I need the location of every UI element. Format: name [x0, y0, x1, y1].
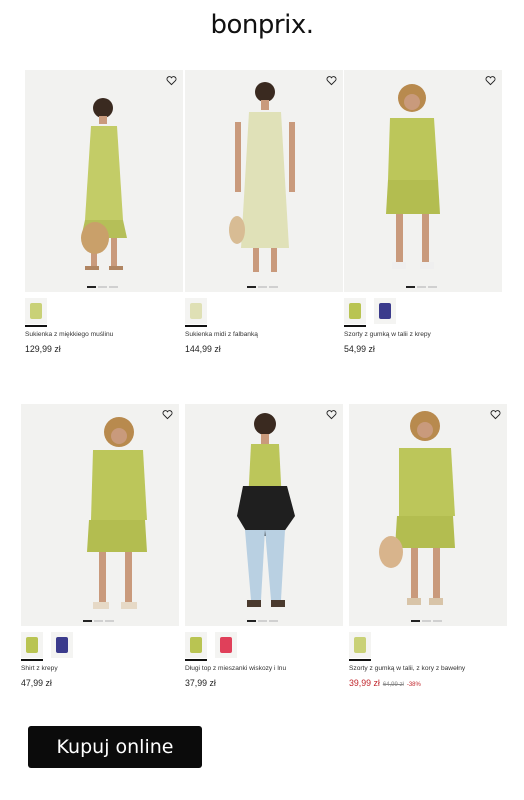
product-image[interactable]: [185, 70, 343, 292]
product-card[interactable]: Szorty z gumką w talii, z kory z bawełny…: [349, 404, 507, 688]
model-photo: [379, 411, 455, 605]
product-price: 54,99 zł: [344, 344, 375, 354]
swatch-garment: [190, 303, 202, 319]
brand-logo[interactable]: bonprix.: [0, 10, 524, 40]
model-photo: [229, 82, 295, 272]
product-price: 39,99 zł 64,99 zł -38%: [349, 678, 507, 688]
color-swatches: [21, 632, 179, 661]
old-price: 64,99 zł: [382, 682, 404, 688]
product-name[interactable]: Sukienka midi z falbanką: [185, 331, 343, 338]
product-name[interactable]: Szorty z gumką w talii, z kory z bawełny: [349, 665, 507, 672]
discount-badge: -38%: [406, 682, 421, 688]
image-pagination[interactable]: [87, 286, 118, 288]
color-swatch[interactable]: [215, 632, 237, 658]
color-swatch[interactable]: [25, 298, 47, 327]
product-name[interactable]: Długi top z mieszanki wiskozy i lnu: [185, 665, 343, 672]
heart-icon[interactable]: [162, 409, 173, 420]
product-card[interactable]: Długi top z mieszanki wiskozy i lnu 37,9…: [185, 404, 343, 688]
product-image[interactable]: [344, 70, 502, 292]
product-price: 47,99 zł: [21, 678, 52, 688]
product-image[interactable]: [349, 404, 507, 626]
heart-icon[interactable]: [485, 75, 496, 86]
image-pagination[interactable]: [83, 620, 114, 622]
model-photo: [87, 417, 147, 609]
color-swatch[interactable]: [344, 298, 366, 327]
color-swatches: [185, 632, 343, 661]
product-card[interactable]: Shirt z krepy 47,99 zł: [21, 404, 179, 688]
product-card[interactable]: Sukienka midi z falbanką 144,99 zł: [185, 70, 343, 354]
color-swatches: [344, 298, 502, 327]
color-swatch[interactable]: [374, 298, 396, 324]
color-swatch[interactable]: [185, 632, 207, 661]
image-pagination[interactable]: [406, 286, 437, 288]
swatch-garment: [349, 303, 361, 319]
product-price: 129,99 zł: [25, 344, 61, 354]
image-pagination[interactable]: [247, 620, 278, 622]
image-pagination[interactable]: [247, 286, 278, 288]
swatch-garment: [379, 303, 391, 319]
product-card[interactable]: Sukienka z miękkiego muślinu 129,99 zł: [25, 70, 183, 354]
heart-icon[interactable]: [326, 409, 337, 420]
color-swatch[interactable]: [185, 298, 207, 327]
heart-icon[interactable]: [326, 75, 337, 86]
product-name[interactable]: Shirt z krepy: [21, 665, 179, 672]
product-price: 37,99 zł: [185, 678, 216, 688]
color-swatch[interactable]: [51, 632, 73, 658]
swatch-garment: [30, 303, 42, 319]
color-swatches: [25, 298, 183, 327]
product-image[interactable]: [21, 404, 179, 626]
product-card[interactable]: Szorty z gumką w talii z krepy 54,99 zł: [344, 70, 502, 354]
shop-online-button[interactable]: Kupuj online: [28, 726, 202, 768]
product-image[interactable]: [25, 70, 183, 292]
heart-icon[interactable]: [166, 75, 177, 86]
color-swatches: [349, 632, 507, 661]
model-photo: [386, 84, 440, 269]
sale-price: 39,99 zł: [349, 678, 380, 688]
swatch-garment: [220, 637, 232, 653]
swatch-garment: [56, 637, 68, 653]
image-pagination[interactable]: [411, 620, 442, 622]
product-name[interactable]: Sukienka z miękkiego muślinu: [25, 331, 183, 338]
color-swatches: [185, 298, 343, 327]
product-name[interactable]: Szorty z gumką w talii z krepy: [344, 331, 502, 338]
swatch-garment: [354, 637, 366, 653]
color-swatch[interactable]: [21, 632, 43, 661]
color-swatch[interactable]: [349, 632, 371, 661]
swatch-garment: [26, 637, 38, 653]
heart-icon[interactable]: [490, 409, 501, 420]
model-photo: [81, 98, 127, 270]
product-image[interactable]: [185, 404, 343, 626]
swatch-garment: [190, 637, 202, 653]
model-photo: [237, 413, 295, 607]
product-price: 144,99 zł: [185, 344, 221, 354]
